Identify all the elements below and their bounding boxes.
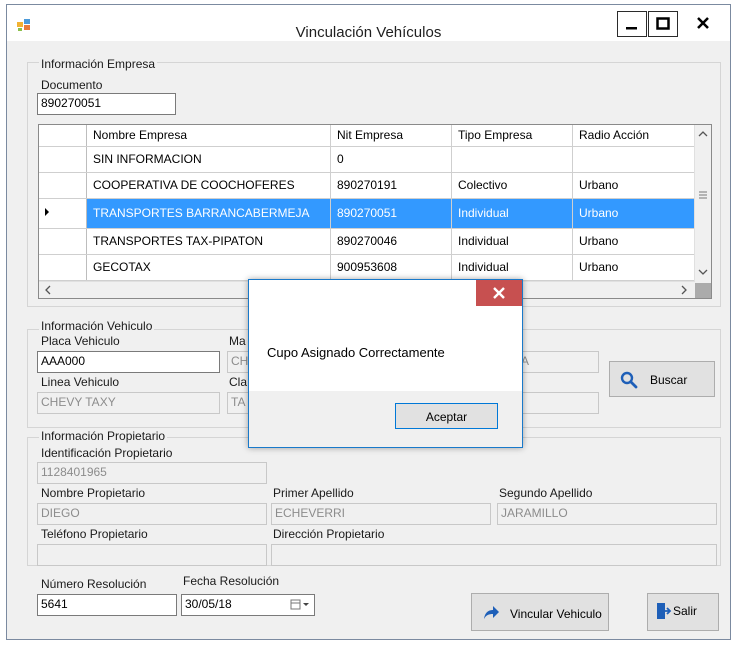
row-header[interactable] bbox=[39, 198, 87, 229]
vincular-vehiculo-label: Vincular Vehiculo bbox=[510, 607, 602, 621]
scroll-thumb-grip-icon[interactable] bbox=[695, 189, 711, 203]
search-icon bbox=[620, 371, 638, 392]
primer-apellido-label: Primer Apellido bbox=[273, 486, 354, 500]
table-cell[interactable]: 890270051 bbox=[330, 198, 452, 229]
table-cell[interactable]: COOPERATIVA DE COOCHOFERES bbox=[86, 172, 331, 199]
close-button[interactable] bbox=[680, 11, 726, 37]
maximize-button[interactable] bbox=[648, 11, 678, 37]
clase-label: Cla bbox=[229, 375, 248, 389]
linea-label: Linea Vehiculo bbox=[41, 375, 120, 389]
column-header[interactable]: Radio Acción bbox=[572, 125, 695, 147]
identificacion-label: Identificación Propietario bbox=[41, 446, 173, 460]
table-cell[interactable]: Individual bbox=[451, 254, 573, 281]
grid-vertical-scrollbar[interactable] bbox=[694, 125, 711, 283]
aceptar-button[interactable]: Aceptar bbox=[395, 403, 498, 429]
telefono-input bbox=[37, 544, 267, 566]
fecha-resolucion-value: 30/05/18 bbox=[185, 597, 232, 611]
table-cell[interactable]: Urbano bbox=[572, 228, 695, 255]
row-header[interactable] bbox=[39, 254, 87, 281]
empresa-grid[interactable]: Nombre Empresa Nit Empresa Tipo Empresa … bbox=[38, 124, 712, 299]
propietario-group-title: Información Propietario bbox=[39, 429, 168, 443]
numero-resolucion-input[interactable]: 5641 bbox=[37, 594, 177, 616]
vehiculo-group-title: Información Vehiculo bbox=[39, 319, 155, 333]
direccion-label: Dirección Propietario bbox=[273, 527, 385, 541]
aceptar-label: Aceptar bbox=[425, 410, 468, 424]
minimize-button[interactable] bbox=[617, 11, 647, 37]
table-cell[interactable]: 0 bbox=[330, 146, 452, 173]
table-cell[interactable]: Urbano bbox=[572, 254, 695, 281]
table-cell[interactable]: GECOTAX bbox=[86, 254, 331, 281]
row-header[interactable] bbox=[39, 146, 87, 173]
scroll-down-icon[interactable] bbox=[695, 265, 711, 282]
buscar-button[interactable]: Buscar bbox=[609, 361, 715, 397]
table-row[interactable]: GECOTAX 900953608 Individual Urbano bbox=[39, 254, 695, 281]
table-row[interactable]: TRANSPORTES TAX-PIPATON 890270046 Indivi… bbox=[39, 228, 695, 255]
numero-resolucion-label: Número Resolución bbox=[41, 577, 147, 591]
table-cell[interactable]: TRANSPORTES BARRANCABERMEJA bbox=[86, 198, 331, 229]
calendar-dropdown-icon[interactable] bbox=[290, 598, 312, 615]
table-cell[interactable] bbox=[572, 146, 695, 173]
minimize-icon bbox=[618, 12, 646, 36]
row-header[interactable] bbox=[39, 228, 87, 255]
table-row-selected[interactable]: TRANSPORTES BARRANCABERMEJA 890270051 In… bbox=[39, 198, 695, 229]
salir-label: Salir bbox=[673, 604, 698, 618]
grid-corner-cell bbox=[39, 125, 87, 147]
table-cell[interactable]: Urbano bbox=[572, 172, 695, 199]
table-cell[interactable]: 890270191 bbox=[330, 172, 452, 199]
maximize-icon bbox=[649, 12, 677, 36]
current-row-arrow-icon bbox=[39, 207, 86, 228]
column-header[interactable]: Nombre Empresa bbox=[86, 125, 331, 147]
close-icon bbox=[680, 17, 726, 40]
table-cell[interactable]: 890270046 bbox=[330, 228, 452, 255]
grid-header-row: Nombre Empresa Nit Empresa Tipo Empresa … bbox=[39, 125, 695, 147]
table-cell[interactable] bbox=[451, 146, 573, 173]
message-dialog: Cupo Asignado Correctamente Aceptar bbox=[248, 279, 523, 448]
scroll-right-icon[interactable] bbox=[677, 283, 691, 298]
identificacion-input: 1128401965 bbox=[37, 462, 267, 484]
dialog-close-button[interactable] bbox=[476, 280, 522, 306]
scroll-up-icon[interactable] bbox=[695, 127, 711, 144]
table-cell[interactable]: Colectivo bbox=[451, 172, 573, 199]
marca-label: Ma bbox=[229, 334, 246, 348]
table-cell[interactable]: Urbano bbox=[572, 198, 695, 229]
title-bar: Vinculación Vehículos bbox=[7, 5, 730, 41]
dialog-body: Cupo Asignado Correctamente bbox=[249, 310, 522, 391]
nombre-input: DIEGO bbox=[37, 503, 267, 525]
buscar-label: Buscar bbox=[650, 373, 688, 387]
placa-input[interactable]: AAA000 bbox=[37, 351, 220, 373]
documento-label: Documento bbox=[41, 78, 103, 92]
column-header[interactable]: Tipo Empresa bbox=[451, 125, 573, 147]
empresa-group-title: Información Empresa bbox=[39, 57, 158, 71]
row-header[interactable] bbox=[39, 172, 87, 199]
documento-input[interactable]: 890270051 bbox=[37, 93, 176, 115]
primer-apellido-input: ECHEVERRI bbox=[271, 503, 491, 525]
table-cell[interactable]: 900953608 bbox=[330, 254, 452, 281]
linea-input: CHEVY TAXY bbox=[37, 392, 220, 414]
fecha-resolucion-label: Fecha Resolución bbox=[183, 574, 280, 588]
table-row[interactable]: COOPERATIVA DE COOCHOFERES 890270191 Col… bbox=[39, 172, 695, 199]
table-cell[interactable]: Individual bbox=[451, 228, 573, 255]
telefono-label: Teléfono Propietario bbox=[41, 527, 148, 541]
table-row[interactable]: SIN INFORMACION 0 bbox=[39, 146, 695, 173]
direccion-input bbox=[271, 544, 717, 566]
segundo-apellido-input: JARAMILLO bbox=[497, 503, 717, 525]
vincular-vehiculo-button[interactable]: Vincular Vehiculo bbox=[471, 593, 609, 631]
segundo-apellido-label: Segundo Apellido bbox=[499, 486, 593, 500]
table-cell[interactable]: SIN INFORMACION bbox=[86, 146, 331, 173]
salir-button[interactable]: Salir bbox=[647, 593, 719, 631]
table-cell[interactable]: TRANSPORTES TAX-PIPATON bbox=[86, 228, 331, 255]
close-icon bbox=[476, 287, 522, 309]
fecha-resolucion-picker[interactable]: 30/05/18 bbox=[181, 594, 315, 616]
exit-icon bbox=[656, 602, 672, 623]
nombre-label: Nombre Propietario bbox=[41, 486, 146, 500]
column-header[interactable]: Nit Empresa bbox=[330, 125, 452, 147]
scroll-left-icon[interactable] bbox=[41, 283, 55, 298]
main-window: Vinculación Vehículos Información Empres… bbox=[6, 4, 731, 640]
dialog-message: Cupo Asignado Correctamente bbox=[267, 345, 445, 360]
forward-arrow-icon bbox=[482, 605, 500, 624]
placa-label: Placa Vehiculo bbox=[41, 334, 120, 348]
table-cell[interactable]: Individual bbox=[451, 198, 573, 229]
